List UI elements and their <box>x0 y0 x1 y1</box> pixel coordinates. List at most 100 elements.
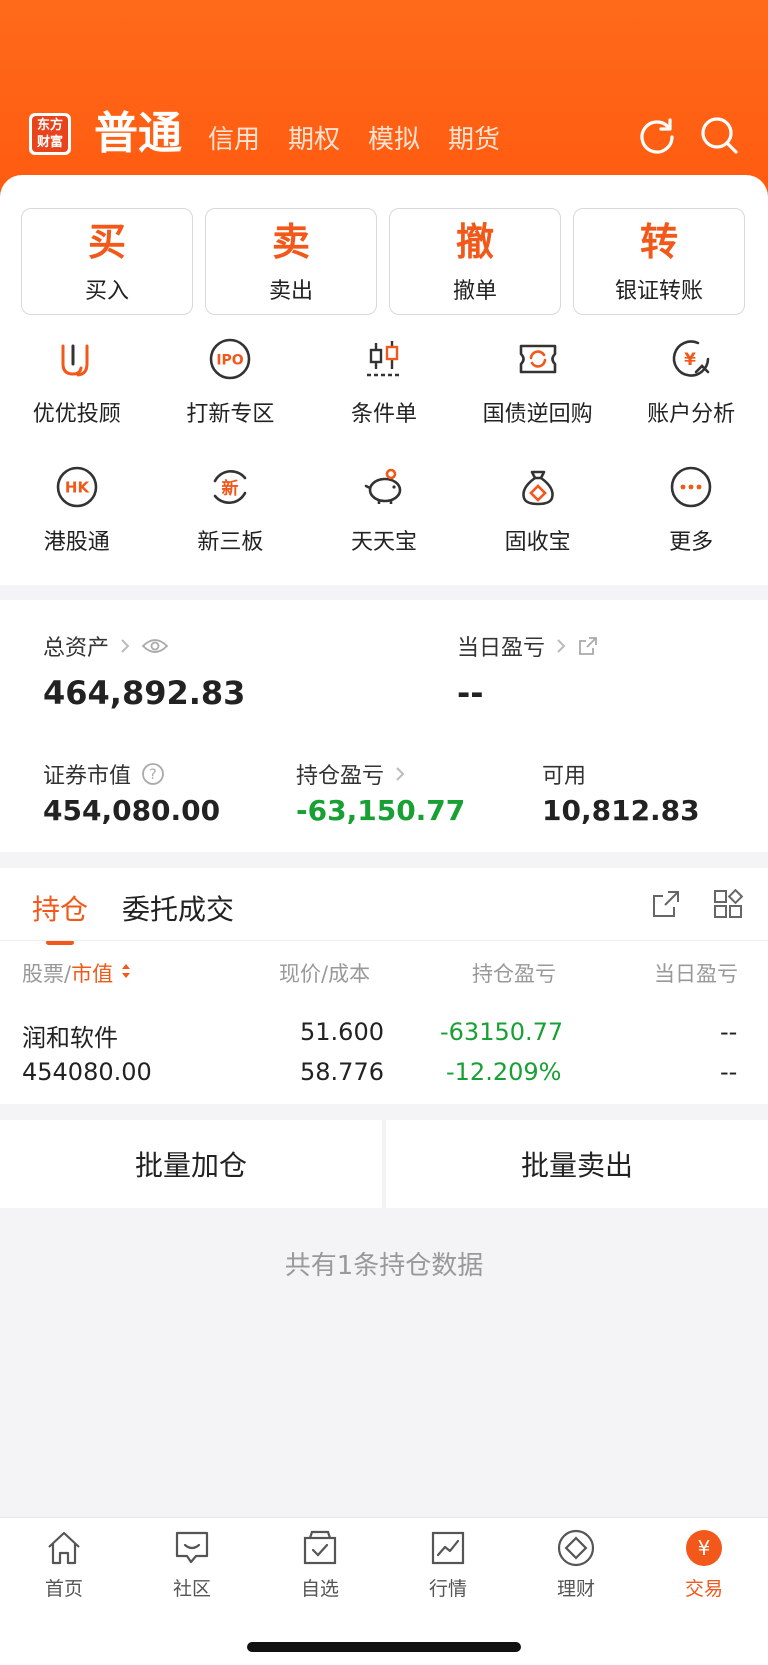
svg-text:?: ? <box>149 767 156 783</box>
stock-cost: 58.776 <box>300 1058 384 1086</box>
youyou-icon <box>61 344 89 377</box>
tab-credit[interactable]: 信用 <box>208 122 260 160</box>
tab-market[interactable]: 行情 <box>384 1528 512 1601</box>
holdings-panel: 持仓 委托成交 股票/市值 现价/成本 持仓盈亏 当日盈亏 润和软件 45408… <box>0 868 768 1104</box>
position-pl-value: -63,150.77 <box>296 794 466 827</box>
holdings-toolbar <box>650 888 744 920</box>
grid-item-new-third-board[interactable]: 新 新三板 <box>154 464 308 592</box>
batch-sell-button[interactable]: 批量卖出 <box>386 1120 768 1208</box>
refresh-icon[interactable] <box>636 114 678 156</box>
tab-label: 行情 <box>428 1578 467 1600</box>
transfer-label: 银证转账 <box>614 278 703 304</box>
tab-label: 社区 <box>172 1578 211 1600</box>
new-board-icon: 新 <box>214 469 247 505</box>
daily-pl-label[interactable]: 当日盈亏 <box>457 630 599 662</box>
account-analysis-icon: ¥ <box>672 340 710 377</box>
watchlist-icon <box>303 1530 337 1565</box>
cancel-label: 撤单 <box>452 278 497 304</box>
trade-icon-text: ¥ <box>698 1536 711 1560</box>
tab-label: 理财 <box>556 1578 595 1600</box>
grid-item-youyou[interactable]: 优优投顾 <box>0 336 154 464</box>
sell-button[interactable]: 卖 卖出 <box>205 208 377 315</box>
tab-normal[interactable]: 普通 <box>94 108 182 160</box>
share-icon[interactable] <box>650 888 682 920</box>
tab-trade[interactable]: ¥ 交易 <box>640 1528 768 1601</box>
home-icon <box>48 1531 80 1565</box>
asset-summary: 总资产 464,892.83 当日盈亏 -- 证券市值 ? 454,080.00… <box>0 600 768 852</box>
chevron-right-icon <box>396 767 405 781</box>
buy-glyph: 买 <box>87 219 126 264</box>
tab-orders[interactable]: 委托成交 <box>122 888 234 928</box>
piggy-bank-icon <box>364 468 402 504</box>
account-tabs: 普通 信用 期权 模拟 期货 <box>94 108 528 160</box>
wealth-icon <box>557 1529 595 1567</box>
tab-wealth[interactable]: 理财 <box>512 1528 640 1601</box>
home-indicator <box>247 1642 521 1652</box>
grid-item-tiantianbao[interactable]: 天天宝 <box>307 464 461 592</box>
tab-simulation[interactable]: 模拟 <box>368 122 420 160</box>
market-icon <box>431 1531 465 1565</box>
total-assets-label[interactable]: 总资产 <box>43 630 169 662</box>
tab-home[interactable]: 首页 <box>0 1528 128 1601</box>
help-icon[interactable]: ? <box>141 762 165 786</box>
col-daily-pl-header: 当日盈亏 <box>654 962 738 986</box>
col-cost-text: 成本 <box>328 962 371 986</box>
cancel-glyph: 撤 <box>455 219 494 264</box>
market-value: 454,080.00 <box>43 794 221 827</box>
account-analysis-icon-text: ¥ <box>684 350 696 370</box>
col-stock-header[interactable]: 股票/市值 <box>22 958 132 988</box>
trade-icon: ¥ <box>686 1530 722 1566</box>
ipo-icon: IPO <box>210 338 251 380</box>
brand-line-2: 财富 <box>36 135 63 150</box>
market-value-label: 证券市值 ? <box>43 758 165 790</box>
position-pl-label[interactable]: 持仓盈亏 <box>296 758 406 790</box>
brand-logo: 东方 财富 <box>29 113 71 155</box>
tab-options[interactable]: 期权 <box>288 122 340 160</box>
stock-daily-pl-pct: -- <box>720 1058 738 1086</box>
grid-label: 港股通 <box>43 530 110 555</box>
repo-icon <box>519 344 556 374</box>
grid-item-conditional-order[interactable]: 条件单 <box>307 336 461 464</box>
stock-price: 51.600 <box>300 1018 384 1046</box>
grid-item-account-analysis[interactable]: ¥ 账户分析 <box>614 336 768 464</box>
community-icon <box>175 1531 209 1564</box>
tab-futures[interactable]: 期货 <box>448 122 500 160</box>
hk-icon: HK <box>56 466 98 508</box>
tab-watchlist[interactable]: 自选 <box>256 1528 384 1601</box>
bank-transfer-button[interactable]: 转 银证转账 <box>573 208 745 315</box>
share-icon[interactable] <box>577 635 599 657</box>
batch-add-button[interactable]: 批量加仓 <box>0 1120 382 1208</box>
grid-item-hk-connect[interactable]: HK 港股通 <box>0 464 154 592</box>
available-label: 可用 <box>542 758 586 790</box>
stock-pl: -63150.77 <box>440 1018 564 1046</box>
stock-pl-pct: -12.209% <box>446 1058 562 1086</box>
tab-label: 交易 <box>684 1578 723 1600</box>
position-pl-text: 持仓盈亏 <box>296 764 385 789</box>
grid-label: 打新专区 <box>186 402 275 427</box>
tab-positions[interactable]: 持仓 <box>32 888 88 945</box>
grid-layout-icon[interactable] <box>712 888 744 920</box>
trading-page: 东方 财富 普通 信用 期权 模拟 期货 买 买入 卖 卖出 撤 撤单 转 银证… <box>0 0 768 1665</box>
grid-item-repo[interactable]: 国债逆回购 <box>461 336 615 464</box>
col-position-pl-header: 持仓盈亏 <box>472 962 556 986</box>
more-icon <box>670 466 712 508</box>
col-price-header: 现价/成本 <box>279 958 370 988</box>
transfer-glyph: 转 <box>639 219 678 264</box>
grid-item-ipo[interactable]: IPO 打新专区 <box>154 336 308 464</box>
total-assets-value: 464,892.83 <box>43 674 246 712</box>
cancel-order-button[interactable]: 撤 撤单 <box>389 208 561 315</box>
search-icon[interactable] <box>698 114 740 156</box>
brand-line-1: 东方 <box>36 118 63 133</box>
grid-item-more[interactable]: 更多 <box>614 464 768 592</box>
market-value-text: 证券市值 <box>43 764 132 789</box>
buy-button[interactable]: 买 买入 <box>21 208 193 315</box>
col-stock-text: 股票 <box>22 962 64 986</box>
chevron-right-icon <box>121 639 130 653</box>
grid-item-gushoubao[interactable]: 固收宝 <box>461 464 615 592</box>
grid-label: 优优投顾 <box>32 402 121 427</box>
eye-icon[interactable] <box>141 637 169 655</box>
grid-label: 条件单 <box>350 402 417 427</box>
tab-community[interactable]: 社区 <box>128 1528 256 1601</box>
stock-daily-pl: -- <box>720 1018 738 1046</box>
grid-label: 账户分析 <box>647 402 736 427</box>
